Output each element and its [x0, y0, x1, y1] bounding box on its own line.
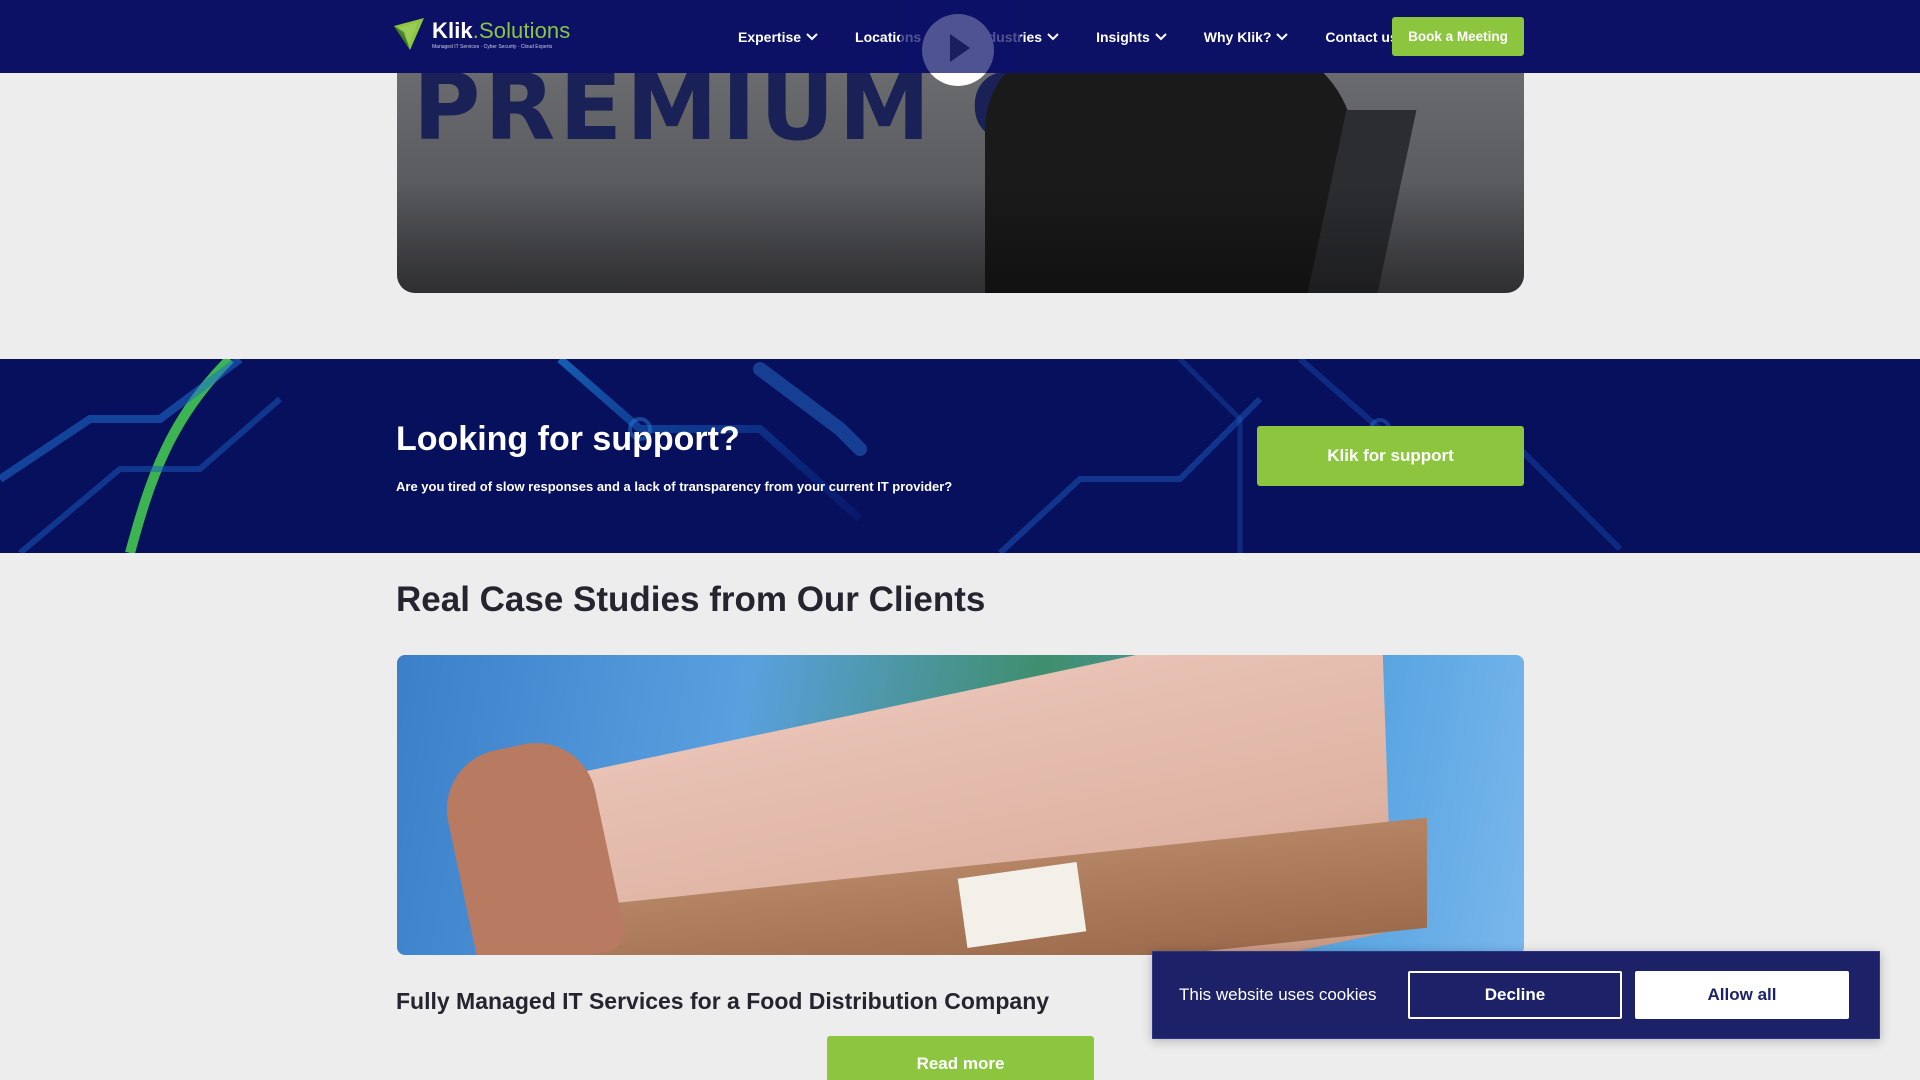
hand-shape [435, 731, 629, 955]
video-shade [397, 183, 1524, 293]
site-logo[interactable]: Klik.Solutions Managed IT Services · Cyb… [392, 14, 570, 54]
play-icon[interactable] [922, 14, 994, 86]
read-more-button[interactable]: Read more [827, 1036, 1094, 1080]
allow-all-cookies-button[interactable]: Allow all [1635, 971, 1849, 1019]
support-subtitle: Are you tired of slow responses and a la… [396, 479, 953, 494]
circuit-pattern-background [0, 359, 1623, 553]
nav-label: Locations [855, 28, 922, 45]
case-study-image[interactable] [397, 655, 1524, 955]
nav-label: Insights [1096, 28, 1150, 45]
chevron-down-icon [1155, 32, 1167, 40]
cookie-message: This website uses cookies [1179, 985, 1377, 1004]
decline-cookies-button[interactable]: Decline [1408, 971, 1622, 1019]
nav-label: Expertise [738, 28, 802, 45]
logo-name-secondary: .Solutions [472, 17, 571, 43]
support-title: Looking for support? [396, 420, 740, 458]
chevron-down-icon [1047, 32, 1059, 40]
case-study-title[interactable]: Fully Managed IT Services for a Food Dis… [396, 988, 1049, 1015]
main-nav: Expertise Locations Industries Insights … [738, 0, 1422, 73]
nav-item-insights[interactable]: Insights [1096, 29, 1168, 45]
chevron-down-icon [806, 32, 818, 40]
logo-name-primary: Klik [432, 17, 473, 43]
case-studies-heading: Real Case Studies from Our Clients [396, 580, 986, 619]
nav-item-contact[interactable]: Contact us [1325, 29, 1397, 45]
klik-logo-icon [394, 18, 424, 50]
nav-item-why-klik[interactable]: Why Klik? [1204, 29, 1290, 45]
nav-item-expertise[interactable]: Expertise [738, 29, 819, 45]
logo-tagline: Managed IT Services · Cyber Security · C… [432, 43, 553, 50]
cookie-banner: This website uses cookies Decline Allow … [1152, 951, 1880, 1039]
klik-for-support-button[interactable]: Klik for support [1257, 426, 1524, 486]
book-meeting-button[interactable]: Book a Meeting [1392, 17, 1524, 56]
chevron-down-icon [1276, 32, 1289, 40]
nav-label: Why Klik? [1203, 28, 1272, 45]
support-banner: Looking for support? Are you tired of sl… [0, 359, 1920, 553]
